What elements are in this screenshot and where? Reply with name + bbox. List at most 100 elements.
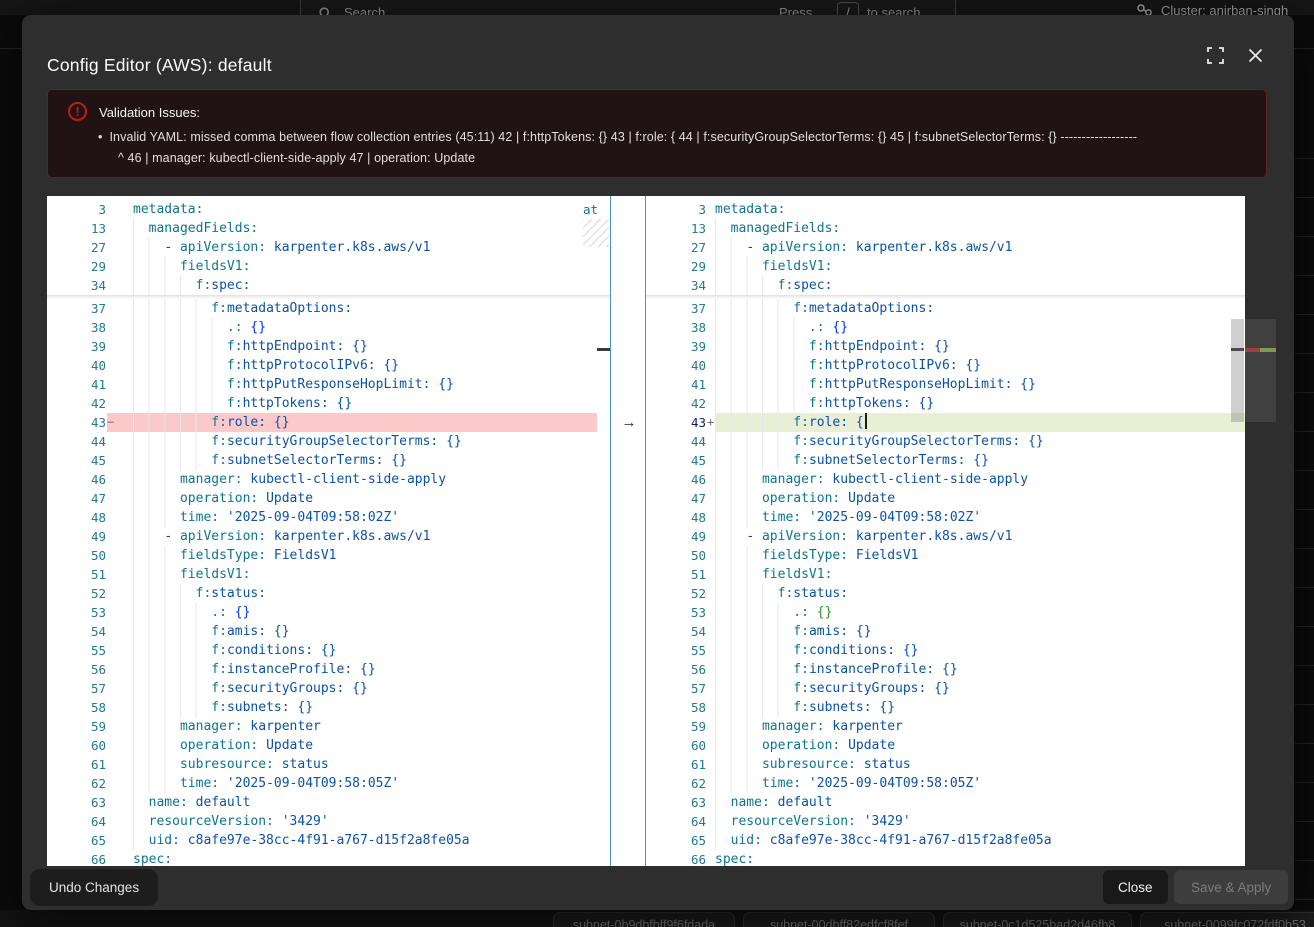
code-line-46[interactable]: 46 manager: kubectl-client-side-apply [646,470,1245,489]
code-line-54[interactable]: 54 f:amis: {} [47,622,610,641]
app-topbar: Search Press / to search Cluster: anirba… [0,0,1314,15]
code-text: spec: [715,850,1245,866]
code-line-50[interactable]: 50 fieldsType: FieldsV1 [47,546,610,565]
code-line-64[interactable]: 64 resourceVersion: '3429' [646,812,1245,831]
context-line-34[interactable]: 34 f:spec: [47,276,610,295]
code-line-41[interactable]: 41 f:httpPutResponseHopLimit: {} [646,375,1245,394]
code-line-42[interactable]: 42 f:httpTokens: {} [47,394,610,413]
context-line-3[interactable]: 3metadata: [47,200,610,219]
original-editor-pane[interactable]: 3metadata:13 managedFields:27 - apiVersi… [47,196,610,866]
code-line-48[interactable]: 48 time: '2025-09-04T09:58:02Z' [646,508,1245,527]
context-line-34[interactable]: 34 f:spec: [646,276,1245,295]
code-text: fieldsV1: [715,565,1245,584]
code-line-56[interactable]: 56 f:instanceProfile: {} [646,660,1245,679]
code-line-53[interactable]: 53 .: {} [646,603,1245,622]
code-line-40[interactable]: 40 f:httpProtocolIPv6: {} [646,356,1245,375]
code-line-63[interactable]: 63 name: default [47,793,610,812]
code-line-45[interactable]: 45 f:subnetSelectorTerms: {} [646,451,1245,470]
code-line-59[interactable]: 59 manager: karpenter [47,717,610,736]
code-line-59[interactable]: 59 manager: karpenter [646,717,1245,736]
overview-viewport-thumb[interactable] [1245,319,1276,422]
expand-icon[interactable] [1204,44,1226,66]
code-text: name: default [133,793,610,812]
code-line-51[interactable]: 51 fieldsV1: [47,565,610,584]
code-line-40[interactable]: 40 f:httpProtocolIPv6: {} [47,356,610,375]
code-line-37[interactable]: 37 f:metadataOptions: [47,299,610,318]
code-line-58[interactable]: 58 f:subnets: {} [646,698,1245,717]
context-line-29[interactable]: 29 fieldsV1: [646,257,1245,276]
code-line-37[interactable]: 37 f:metadataOptions: [646,299,1245,318]
unchanged-region-widget[interactable]: at [583,200,609,250]
code-line-50[interactable]: 50 fieldsType: FieldsV1 [646,546,1245,565]
code-line-62[interactable]: 62 time: '2025-09-04T09:58:05Z' [47,774,610,793]
line-number: 66 [646,850,706,866]
code-line-38[interactable]: 38 .: {} [47,318,610,337]
line-number: 66 [47,850,106,866]
code-line-65[interactable]: 65 uid: c8afe97e-38cc-4f91-a767-d15f2a8f… [47,831,610,850]
context-line-13[interactable]: 13 managedFields: [47,219,610,238]
context-line-29[interactable]: 29 fieldsV1: [47,257,610,276]
code-line-39[interactable]: 39 f:httpEndpoint: {} [47,337,610,356]
code-line-44[interactable]: 44 f:securityGroupSelectorTerms: {} [47,432,610,451]
code-text: f:amis: {} [133,622,610,641]
code-text: time: '2025-09-04T09:58:02Z' [715,508,1245,527]
code-line-60[interactable]: 60 operation: Update [47,736,610,755]
line-number: 27 [47,238,106,257]
code-line-45[interactable]: 45 f:subnetSelectorTerms: {} [47,451,610,470]
code-line-42[interactable]: 42 f:httpTokens: {} [646,394,1245,413]
context-line-27[interactable]: 27 - apiVersion: karpenter.k8s.aws/v1 [646,238,1245,257]
modified-editor-pane[interactable]: 3metadata:13 managedFields:27 - apiVersi… [646,196,1245,866]
search-input[interactable]: Search Press / to search [300,0,956,15]
diff-sash[interactable]: → [610,196,646,866]
cluster-selector[interactable]: Cluster: anirban-singh [1136,3,1288,15]
code-line-57[interactable]: 57 f:securityGroups: {} [47,679,610,698]
code-line-65[interactable]: 65 uid: c8afe97e-38cc-4f91-a767-d15f2a8f… [646,831,1245,850]
code-line-48[interactable]: 48 time: '2025-09-04T09:58:02Z' [47,508,610,527]
undo-changes-button[interactable]: Undo Changes [30,869,158,906]
code-line-62[interactable]: 62 time: '2025-09-04T09:58:05Z' [646,774,1245,793]
code-line-54[interactable]: 54 f:amis: {} [646,622,1245,641]
code-line-63[interactable]: 63 name: default [646,793,1245,812]
line-number: 53 [47,603,106,622]
code-line-53[interactable]: 53 .: {} [47,603,610,622]
scrollbar-thumb[interactable] [1231,319,1244,422]
code-line-49[interactable]: 49 - apiVersion: karpenter.k8s.aws/v1 [47,527,610,546]
context-line-27[interactable]: 27 - apiVersion: karpenter.k8s.aws/v1 [47,238,610,257]
code-line-57[interactable]: 57 f:securityGroups: {} [646,679,1245,698]
code-text: managedFields: [133,219,610,238]
code-line-43[interactable]: 43− f:role: {} [47,413,610,432]
code-line-41[interactable]: 41 f:httpPutResponseHopLimit: {} [47,375,610,394]
code-line-51[interactable]: 51 fieldsV1: [646,565,1245,584]
line-number: 42 [47,394,106,413]
code-line-61[interactable]: 61 subresource: status [47,755,610,774]
save-apply-button[interactable]: Save & Apply [1174,870,1288,904]
code-line-52[interactable]: 52 f:status: [47,584,610,603]
code-line-43[interactable]: 43+ f:role: { [646,413,1245,432]
line-number: 40 [47,356,106,375]
code-line-66[interactable]: 66spec: [47,850,610,866]
code-line-55[interactable]: 55 f:conditions: {} [646,641,1245,660]
close-button[interactable]: Close [1103,870,1168,904]
code-line-49[interactable]: 49 - apiVersion: karpenter.k8s.aws/v1 [646,527,1245,546]
code-line-52[interactable]: 52 f:status: [646,584,1245,603]
code-text: f:role: {} [133,413,610,432]
code-line-38[interactable]: 38 .: {} [646,318,1245,337]
code-line-58[interactable]: 58 f:subnets: {} [47,698,610,717]
code-line-55[interactable]: 55 f:conditions: {} [47,641,610,660]
code-line-56[interactable]: 56 f:instanceProfile: {} [47,660,610,679]
code-line-46[interactable]: 46 manager: kubectl-client-side-apply [47,470,610,489]
context-line-13[interactable]: 13 managedFields: [646,219,1245,238]
code-line-60[interactable]: 60 operation: Update [646,736,1245,755]
line-number: 64 [646,812,706,831]
context-line-3[interactable]: 3metadata: [646,200,1245,219]
next-diff-arrow-icon[interactable]: → [619,413,639,432]
code-line-61[interactable]: 61 subresource: status [646,755,1245,774]
code-line-64[interactable]: 64 resourceVersion: '3429' [47,812,610,831]
code-line-47[interactable]: 47 operation: Update [646,489,1245,508]
code-line-66[interactable]: 66 spec: [646,850,1245,866]
code-line-44[interactable]: 44 f:securityGroupSelectorTerms: {} [646,432,1245,451]
code-line-47[interactable]: 47 operation: Update [47,489,610,508]
diff-overview-ruler[interactable] [1245,196,1276,866]
code-line-39[interactable]: 39 f:httpEndpoint: {} [646,337,1245,356]
close-icon[interactable] [1244,44,1266,66]
